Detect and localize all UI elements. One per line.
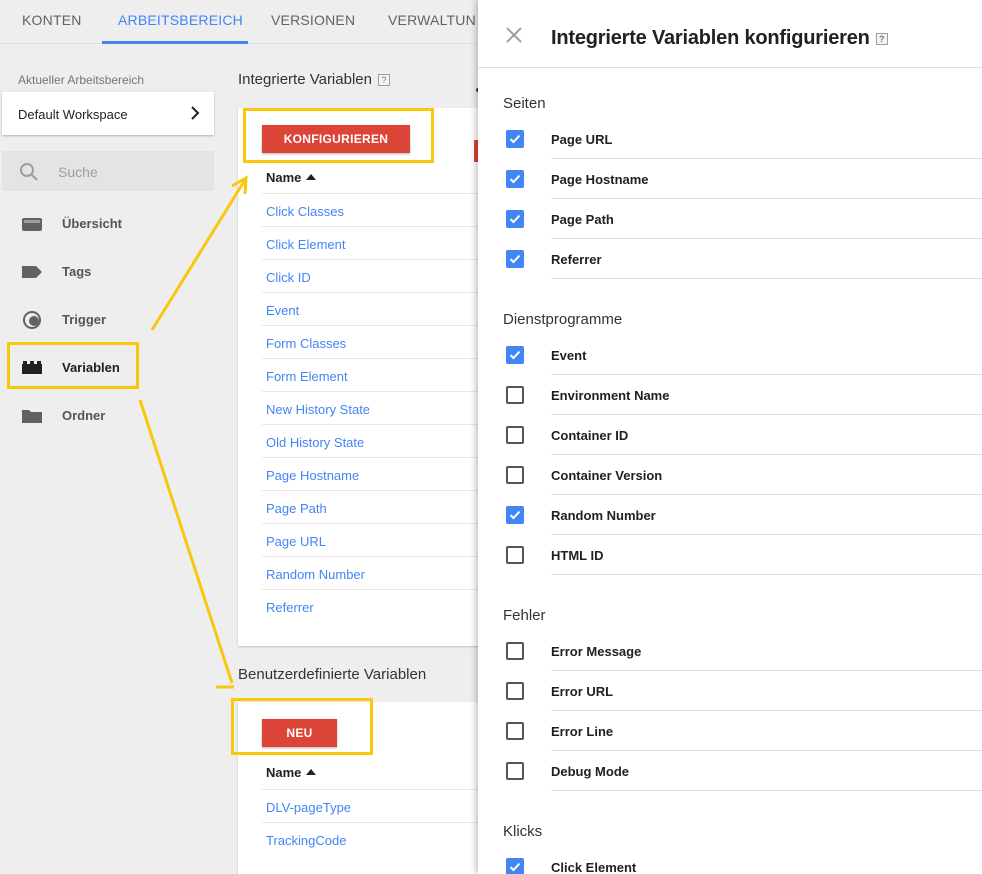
option-label: Debug Mode bbox=[551, 764, 629, 779]
checkbox-unchecked[interactable] bbox=[506, 722, 524, 740]
option-label: Container ID bbox=[551, 428, 629, 443]
checkbox-checked[interactable] bbox=[506, 250, 524, 268]
variable-option[interactable]: Random Number bbox=[551, 495, 982, 535]
panel-header: Integrierte Variablen konfigurieren? bbox=[478, 0, 982, 68]
checkbox-unchecked[interactable] bbox=[506, 642, 524, 660]
checkbox-checked[interactable] bbox=[506, 170, 524, 188]
checkmark-icon bbox=[509, 214, 521, 224]
checkmark-icon bbox=[509, 350, 521, 360]
checkmark-icon bbox=[509, 134, 521, 144]
checkbox-checked[interactable] bbox=[506, 210, 524, 228]
checkmark-icon bbox=[509, 862, 521, 872]
option-label: Click Element bbox=[551, 860, 637, 874]
checkbox-unchecked[interactable] bbox=[506, 426, 524, 444]
variable-option[interactable]: Container Version bbox=[551, 455, 982, 495]
variable-option[interactable]: Page Hostname bbox=[551, 159, 982, 199]
variable-option[interactable]: Event bbox=[551, 335, 982, 375]
variable-option[interactable]: Error Line bbox=[551, 711, 982, 751]
option-label: Page Path bbox=[551, 212, 614, 227]
panel-title: Integrierte Variablen konfigurieren? bbox=[551, 27, 888, 50]
option-label: Page Hostname bbox=[551, 172, 649, 187]
variable-option[interactable]: Container ID bbox=[551, 415, 982, 455]
option-label: Event bbox=[551, 348, 587, 363]
group-heading: Seiten bbox=[503, 95, 546, 112]
checkbox-checked[interactable] bbox=[506, 346, 524, 364]
checkbox-checked[interactable] bbox=[506, 130, 524, 148]
configure-panel: Integrierte Variablen konfigurieren? Sei… bbox=[478, 0, 982, 874]
checkmark-icon bbox=[509, 510, 521, 520]
checkbox-unchecked[interactable] bbox=[506, 466, 524, 484]
variable-option[interactable]: Page Path bbox=[551, 199, 982, 239]
option-label: HTML ID bbox=[551, 548, 604, 563]
option-label: Error Message bbox=[551, 644, 642, 659]
option-label: Random Number bbox=[551, 508, 656, 523]
variable-option[interactable]: Click Element bbox=[551, 847, 982, 874]
option-label: Container Version bbox=[551, 468, 663, 483]
group-heading: Klicks bbox=[503, 823, 543, 840]
option-label: Error Line bbox=[551, 724, 614, 739]
checkbox-unchecked[interactable] bbox=[506, 682, 524, 700]
checkbox-checked[interactable] bbox=[506, 858, 524, 874]
group-heading: Dienstprogramme bbox=[503, 311, 623, 328]
variable-option[interactable]: Referrer bbox=[551, 239, 982, 279]
variable-option[interactable]: Error URL bbox=[551, 671, 982, 711]
group-heading: Fehler bbox=[503, 607, 546, 624]
variable-option[interactable]: Debug Mode bbox=[551, 751, 982, 791]
option-label: Page URL bbox=[551, 132, 613, 147]
variable-option[interactable]: Environment Name bbox=[551, 375, 982, 415]
checkbox-unchecked[interactable] bbox=[506, 762, 524, 780]
variable-option[interactable]: Error Message bbox=[551, 631, 982, 671]
close-icon[interactable] bbox=[506, 27, 522, 43]
checkmark-icon bbox=[509, 174, 521, 184]
checkbox-unchecked[interactable] bbox=[506, 546, 524, 564]
option-label: Environment Name bbox=[551, 388, 670, 403]
checkbox-unchecked[interactable] bbox=[506, 386, 524, 404]
variable-option[interactable]: Page URL bbox=[551, 119, 982, 159]
variable-option[interactable]: HTML ID bbox=[551, 535, 982, 575]
panel-title-text: Integrierte Variablen konfigurieren bbox=[551, 27, 870, 49]
checkmark-icon bbox=[509, 254, 521, 264]
option-label: Error URL bbox=[551, 684, 614, 699]
checkbox-checked[interactable] bbox=[506, 506, 524, 524]
help-icon[interactable]: ? bbox=[875, 33, 888, 45]
option-label: Referrer bbox=[551, 252, 602, 267]
